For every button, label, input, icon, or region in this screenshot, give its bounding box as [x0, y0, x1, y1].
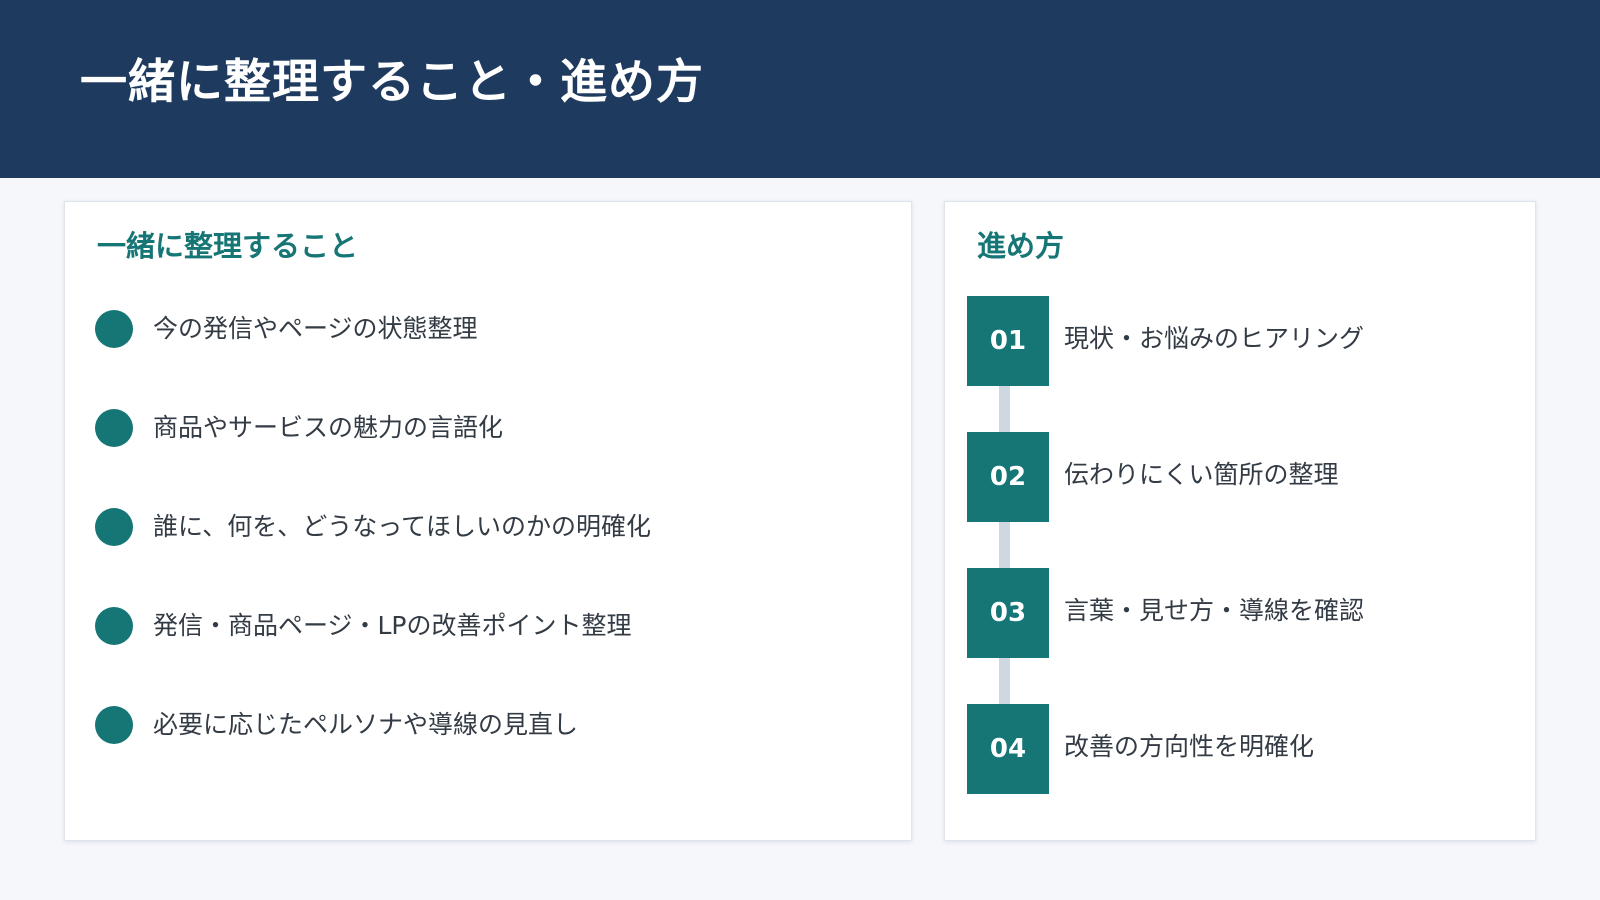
topic-text: 誰に、何を、どうなってほしいのかの明確化: [153, 512, 652, 541]
topic-text: 必要に応じたペルソナや導線の見直し: [153, 710, 579, 739]
topic-text: 商品やサービスの魅力の言語化: [153, 413, 504, 442]
step-number: 03: [967, 568, 1049, 658]
topic-text: 今の発信やページの状態整理: [153, 314, 478, 343]
step-label: 言葉・見せ方・導線を確認: [1064, 596, 1365, 625]
topic-text: 発信・商品ページ・LPの改善ポイント整理: [153, 611, 632, 640]
step-item: 01 現状・お悩みのヒアリング: [967, 296, 1364, 386]
slide: 一緒に整理すること・進め方 一緒に整理すること 今の発信やページの状態整理 商品…: [0, 0, 1600, 900]
topics-title: 一緒に整理すること: [97, 229, 359, 263]
step-label: 現状・お悩みのヒアリング: [1064, 324, 1365, 353]
bullet-icon: [95, 508, 133, 546]
page-title: 一緒に整理すること・進め方: [80, 55, 704, 110]
step-number: 04: [967, 704, 1049, 794]
step-item: 02 伝わりにくい箇所の整理: [967, 432, 1339, 522]
process-title: 進め方: [977, 229, 1065, 263]
bullet-icon: [95, 607, 133, 645]
bullet-icon: [95, 409, 133, 447]
step-number: 01: [967, 296, 1049, 386]
bullet-icon: [95, 706, 133, 744]
topics-card: 一緒に整理すること 今の発信やページの状態整理 商品やサービスの魅力の言語化 誰…: [64, 201, 912, 841]
step-label: 伝わりにくい箇所の整理: [1064, 460, 1339, 489]
step-number: 02: [967, 432, 1049, 522]
step-label: 改善の方向性を明確化: [1064, 732, 1315, 761]
step-item: 03 言葉・見せ方・導線を確認: [967, 568, 1364, 658]
header-bar: 一緒に整理すること・進め方: [0, 0, 1600, 178]
step-item: 04 改善の方向性を明確化: [967, 704, 1314, 794]
bullet-icon: [95, 310, 133, 348]
process-card: 進め方 01 現状・お悩みのヒアリング 02 伝わりにくい箇所の整理 03 言葉…: [944, 201, 1536, 841]
